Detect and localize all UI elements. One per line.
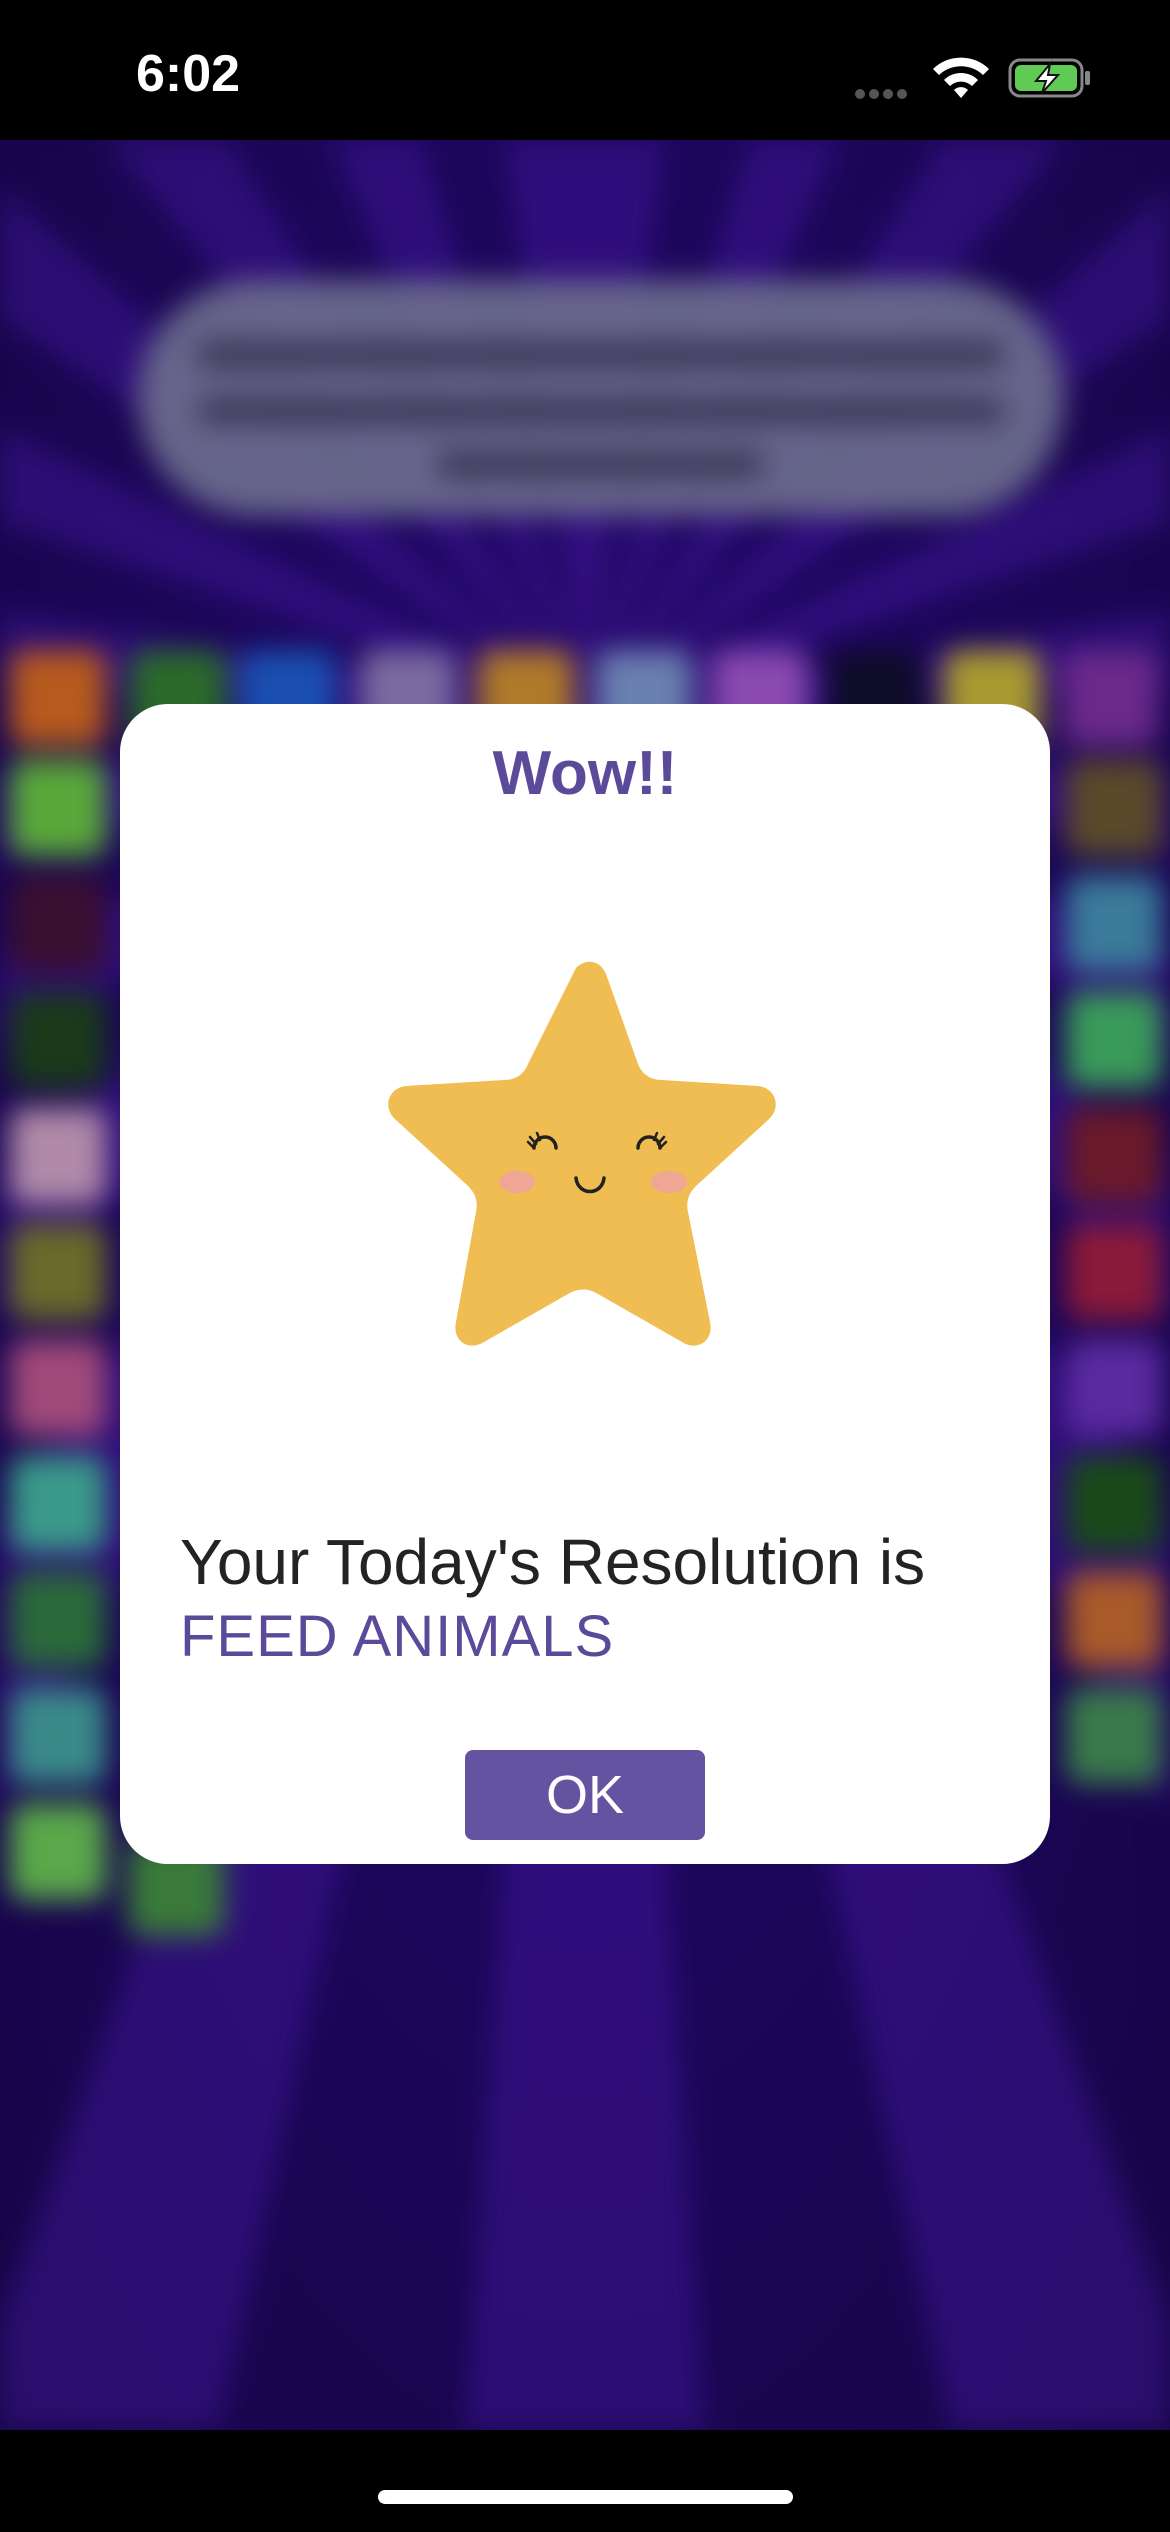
home-indicator[interactable] <box>378 2490 793 2504</box>
battery-charging-icon <box>1008 58 1090 98</box>
wifi-icon <box>933 57 989 98</box>
ok-button[interactable]: OK <box>465 1750 705 1840</box>
home-bar-area <box>0 2430 1170 2532</box>
dialog-title: Wow!! <box>492 739 678 808</box>
instruction-banner <box>138 280 1064 516</box>
status-time: 6:02 <box>136 45 241 103</box>
resolution-label: Your Today's Resolution is <box>180 1526 926 1598</box>
cellular-signal-icon <box>855 86 915 99</box>
result-dialog: Wow!! Your Today's Resolution is FEED AN… <box>120 704 1050 1864</box>
resolution-value: FEED ANIMALS <box>180 1604 615 1669</box>
smiling-star-icon <box>388 961 776 1346</box>
status-bar: 6:02 <box>0 0 1170 140</box>
